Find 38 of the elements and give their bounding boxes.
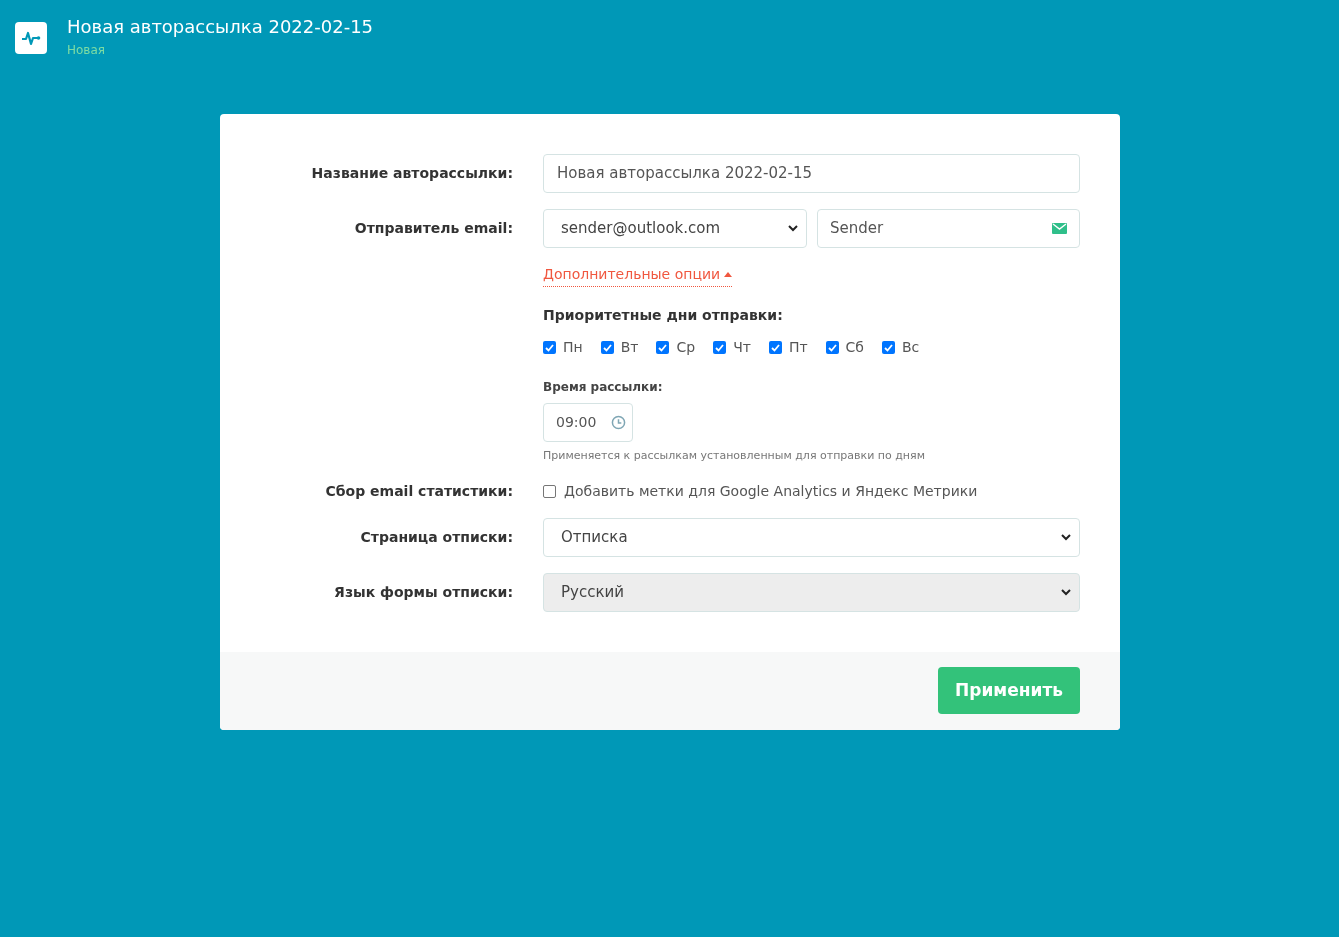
sender-name-field[interactable]: Sender <box>817 209 1080 248</box>
day-label: Вт <box>620 338 639 357</box>
checkbox-label: Добавить метки для Google Analytics и Яндекс Метрики <box>564 481 978 501</box>
name-field[interactable]: Новая авторассылка 2022-02-15 <box>543 154 1080 193</box>
pulse-icon <box>21 30 41 46</box>
day-label: Чт <box>733 338 751 357</box>
more-options-link[interactable]: Дополнительные опции <box>543 264 733 287</box>
checkbox[interactable] <box>543 341 556 354</box>
field-label: Название авторассылки: <box>311 165 513 181</box>
checkbox[interactable] <box>768 341 782 354</box>
checkbox[interactable] <box>543 484 556 498</box>
checkbox[interactable] <box>600 341 614 354</box>
section-label: Приоритетные дни отправки: <box>543 306 784 325</box>
day-label: Ср <box>676 338 696 357</box>
day-label: Пн <box>563 338 583 357</box>
checkbox[interactable] <box>825 341 839 354</box>
field-label: Сбор email статистики: <box>325 482 513 499</box>
clock-icon <box>611 415 626 430</box>
chevron-down-icon <box>1061 588 1071 596</box>
day-label: Пт <box>788 338 808 357</box>
select-field[interactable]: Отписка <box>543 517 1080 557</box>
envelope-icon <box>1052 223 1067 234</box>
checkbox[interactable] <box>656 341 670 354</box>
section-label: Время рассылки: <box>543 379 664 396</box>
field-label: Язык формы отписки: <box>334 583 513 600</box>
page-title: Новая авторассылка 2022-02-15 <box>67 16 374 38</box>
hint-text: Применяется к рассылкам установленным для отправки по дням <box>543 448 925 464</box>
chevron-down-icon <box>788 225 798 232</box>
status-label: Новая <box>67 42 106 59</box>
checkbox[interactable] <box>713 341 727 354</box>
checkbox[interactable] <box>882 341 895 354</box>
time-field[interactable]: 09:00 <box>543 403 633 442</box>
chevron-down-icon <box>1061 533 1071 541</box>
field-label: Отправитель email: <box>354 220 513 236</box>
day-label: Вс <box>902 338 920 357</box>
select-field[interactable]: sender@outlook.com <box>543 209 807 248</box>
field-label: Страница отписки: <box>360 528 513 545</box>
day-label: Сб <box>845 338 864 357</box>
